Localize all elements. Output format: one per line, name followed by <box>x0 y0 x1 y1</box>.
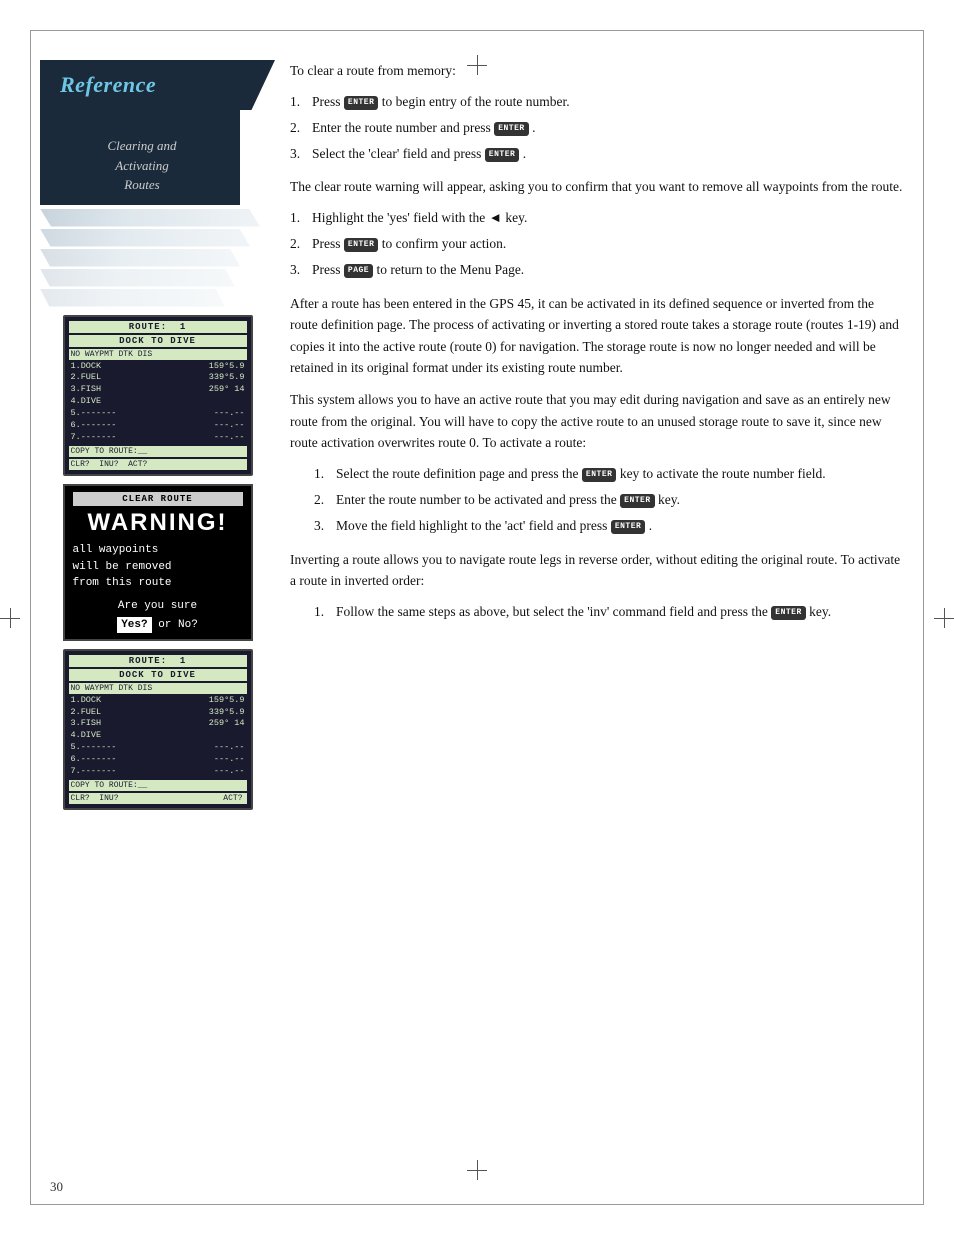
sidebar-subtitle: Clearing and Activating Routes <box>60 136 224 195</box>
clear-step-3: 3. Select the 'clear' field and press EN… <box>290 144 904 164</box>
gps-footer-4: CLR? INU? ACT? <box>69 793 247 804</box>
gps-row: 6.----------.-- <box>69 420 247 432</box>
gps-footer-1: COPY TO ROUTE:__ <box>69 446 247 457</box>
enter-key-badge: ENTER <box>344 96 379 110</box>
gps-screen-1: ROUTE: 1 DOCK TO DIVE NO WAYPMT DTK DIS … <box>63 315 253 476</box>
clear-step-2: 2. Enter the route number and press ENTE… <box>290 118 904 138</box>
gps-screen-1-title: ROUTE: 1 <box>69 321 247 333</box>
confirm-step-1: 1. Highlight the 'yes' field with the ◄ … <box>290 208 904 228</box>
gps-screen-1-subtitle: DOCK TO DIVE <box>69 335 247 347</box>
crosshair-left <box>0 608 20 628</box>
invert-steps-list: 1. Follow the same steps as above, but s… <box>314 602 904 622</box>
clear-step-1: 1. Press ENTER to begin entry of the rou… <box>290 92 904 112</box>
gps-row: 4.DIVE <box>69 396 247 408</box>
page-border-right <box>923 30 924 1205</box>
activate-steps-list: 1. Select the route definition page and … <box>314 464 904 537</box>
gps-row: 3.FISH259° 14 <box>69 384 247 396</box>
gps-row: 5.----------.-- <box>69 408 247 420</box>
activate-step-3: 3. Move the field highlight to the 'act'… <box>314 516 904 536</box>
confirm-step-3: 3. Press PAGE to return to the Menu Page… <box>290 260 904 280</box>
gps-col-header-1: NO WAYPMT DTK DIS <box>69 349 247 360</box>
warning-screen: CLEAR ROUTE WARNING! all waypoints will … <box>63 484 253 641</box>
page-number: 30 <box>50 1179 63 1195</box>
activate-step-2: 2. Enter the route number to be activate… <box>314 490 904 510</box>
clear-steps-list: 1. Press ENTER to begin entry of the rou… <box>290 92 904 165</box>
enter-key-badge-5: ENTER <box>582 468 617 482</box>
crosshair-right <box>934 608 954 628</box>
confirm-step-2: 2. Press ENTER to confirm your action. <box>290 234 904 254</box>
warning-description: The clear route warning will appear, ask… <box>290 176 904 198</box>
gps-screen-2: ROUTE: 1 DOCK TO DIVE NO WAYPMT DTK DIS … <box>63 649 253 810</box>
warning-no: or No? <box>152 619 198 631</box>
gps-screen-2-title: ROUTE: 1 <box>69 655 247 667</box>
sidebar: Reference Clearing and Activating Routes… <box>40 0 275 1235</box>
gps-footer-2: CLR? INU? ACT? <box>69 459 247 470</box>
gps-row: 7.----------.-- <box>69 432 247 444</box>
gps-footer-3: COPY TO ROUTE:__ <box>69 780 247 791</box>
warning-question: Are you sure <box>73 600 243 612</box>
gps-row: 7.----------.-- <box>69 766 247 778</box>
gps-row: 2.FUEL339°5.9 <box>69 707 247 719</box>
warning-yes: Yes? <box>117 617 151 633</box>
activate-step-1: 1. Select the route definition page and … <box>314 464 904 484</box>
sidebar-title: Reference <box>60 72 259 98</box>
gps-row: 1.DOCK159°5.9 <box>69 361 247 373</box>
enter-key-badge-7: ENTER <box>611 520 646 534</box>
enter-key-badge-6: ENTER <box>620 494 655 508</box>
warning-options: Yes? or No? <box>73 616 243 633</box>
sidebar-tab: Reference <box>40 60 275 110</box>
confirm-steps-list: 1. Highlight the 'yes' field with the ◄ … <box>290 208 904 281</box>
gps-row: 4.DIVE <box>69 730 247 742</box>
enter-key-badge-3: ENTER <box>485 148 520 162</box>
page-key-badge: PAGE <box>344 264 373 278</box>
gps-row: 1.DOCK159°5.9 <box>69 695 247 707</box>
activate-intro: After a route has been entered in the GP… <box>290 293 904 379</box>
gps-row: 3.FISH259° 14 <box>69 718 247 730</box>
invert-intro: Inverting a route allows you to navigate… <box>290 549 904 592</box>
gps-col-header-2: NO WAYPMT DTK DIS <box>69 683 247 694</box>
warning-title: WARNING! <box>73 510 243 536</box>
enter-key-badge-2: ENTER <box>494 122 529 136</box>
page-border-left <box>30 30 31 1205</box>
main-content: To clear a route from memory: 1. Press E… <box>290 60 904 1175</box>
clear-route-intro: To clear a route from memory: <box>290 60 904 82</box>
gps-row: 5.----------.-- <box>69 742 247 754</box>
enter-key-badge-8: ENTER <box>771 606 806 620</box>
gps-row: 2.FUEL339°5.9 <box>69 372 247 384</box>
gps-row: 6.----------.-- <box>69 754 247 766</box>
warning-body: all waypoints will be removed from this … <box>73 542 243 592</box>
invert-step-1: 1. Follow the same steps as above, but s… <box>314 602 904 622</box>
warning-header: CLEAR ROUTE <box>73 492 243 506</box>
enter-key-badge-4: ENTER <box>344 238 379 252</box>
activate-system-text: This system allows you to have an active… <box>290 389 904 454</box>
gps-screen-2-subtitle: DOCK TO DIVE <box>69 669 247 681</box>
